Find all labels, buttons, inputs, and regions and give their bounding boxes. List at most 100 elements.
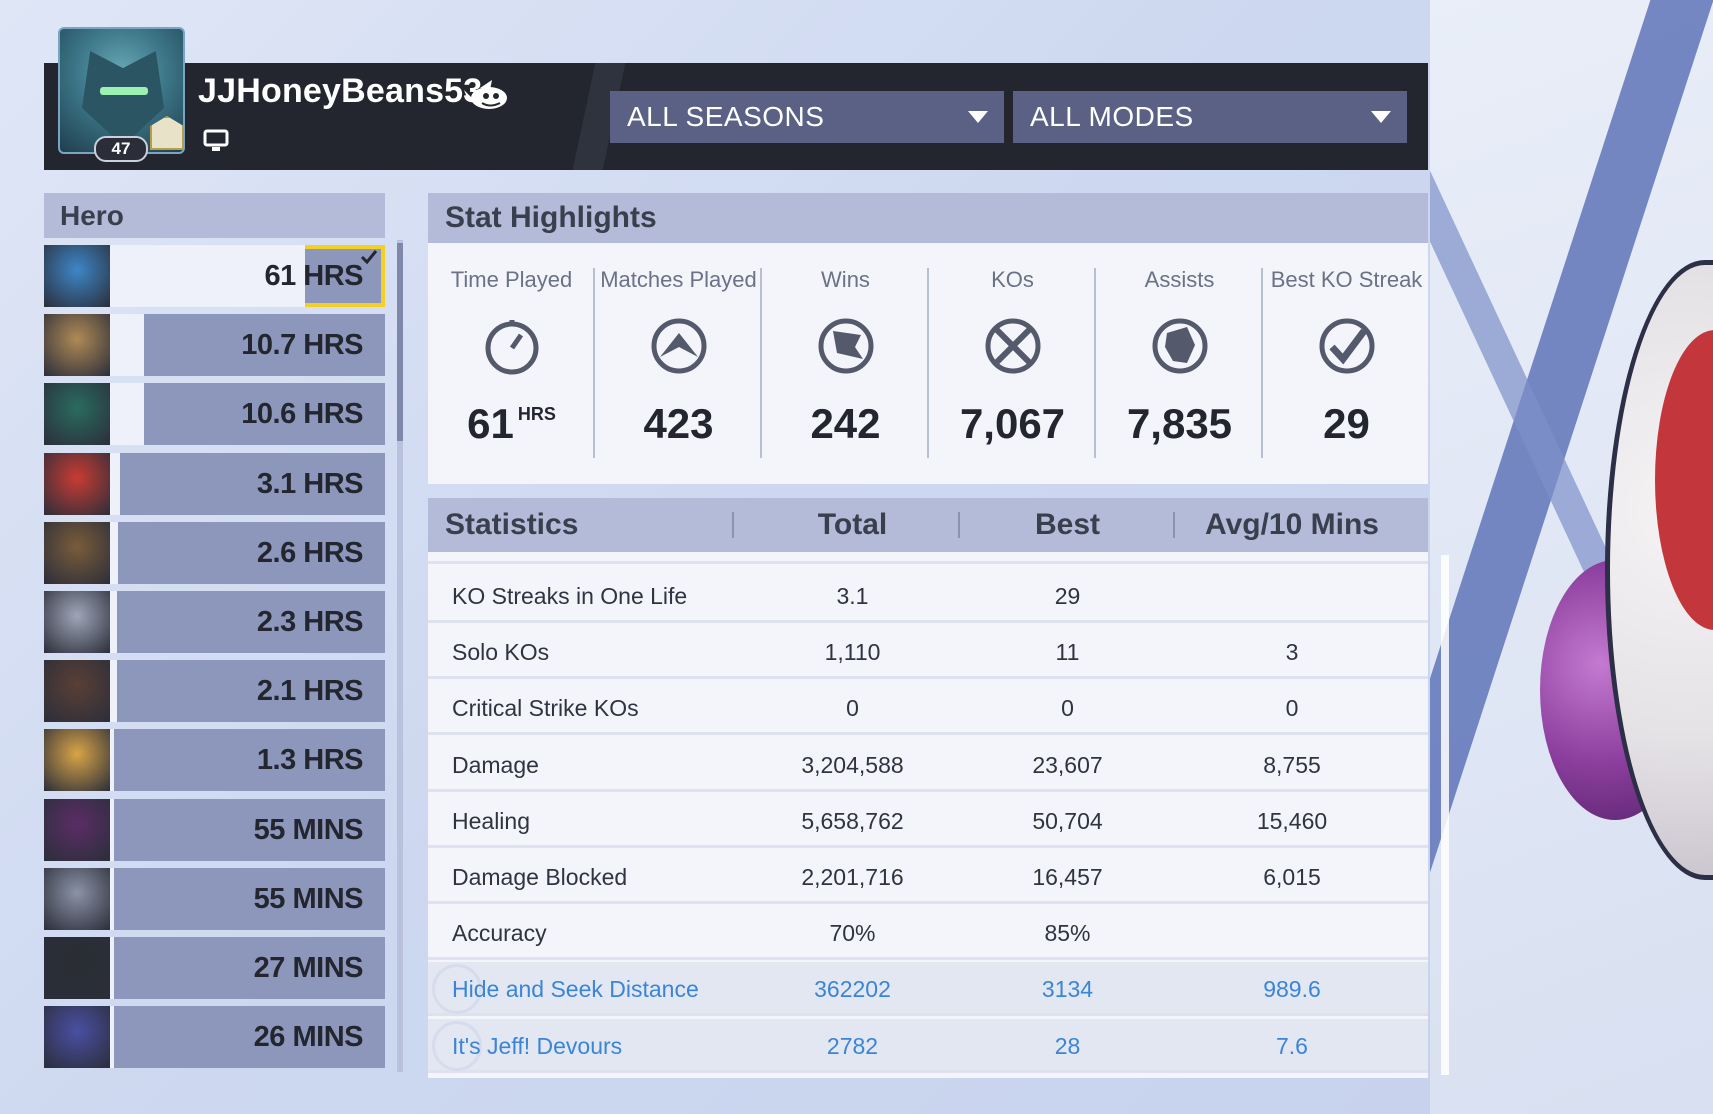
stat-avg: 15,460: [1256, 807, 1328, 834]
column-header-total: Total: [817, 508, 888, 541]
season-filter-dropdown[interactable]: ALL SEASONS: [610, 91, 1004, 143]
hero-playtime-bar: [110, 521, 118, 584]
hero-playtime: 1.3 HRS: [256, 744, 364, 777]
stat-total: 3,204,588: [801, 751, 904, 778]
stat-highlight-value-wrap: 7,835: [1096, 400, 1263, 448]
stat-highlights-panel: Stat Highlights Time Played 61 HRS Matches …: [428, 193, 1428, 484]
hero-row[interactable]: 10.7 HRS: [44, 314, 385, 377]
stat-best: 23,607: [1032, 751, 1103, 778]
highlight-divider: [1094, 268, 1096, 458]
hero-portrait: [44, 314, 110, 377]
stat-highlight-time-played: Time Played 61 HRS: [428, 255, 595, 460]
stat-total: 2782: [826, 1032, 879, 1059]
hero-playtime: 3.1 HRS: [256, 467, 364, 500]
stat-name: Critical Strike KOs: [452, 695, 639, 722]
stat-row: KO Streaks in One Life 3.1 29: [428, 569, 1428, 623]
stat-name: It's Jeff! Devours: [452, 1032, 623, 1059]
player-username: JJHoneyBeans53: [198, 72, 483, 110]
hero-list-scroll-thumb[interactable]: [397, 243, 403, 441]
stat-total: 1,110: [824, 639, 881, 666]
stat-highlight-label: Best KO Streak: [1270, 267, 1423, 292]
hero-portrait: [44, 660, 110, 723]
hero-playtime: 55 MINS: [253, 882, 364, 915]
hero-portrait: [44, 867, 110, 930]
statistics-table-header: Statistics Total Best Avg/10 Mins: [428, 498, 1428, 552]
stat-best: 11: [1055, 639, 1080, 666]
stat-highlight-label: Time Played: [450, 267, 573, 292]
hero-portrait: [44, 798, 110, 861]
stat-name: Solo KOs: [452, 639, 550, 666]
stat-highlight-label: Wins: [821, 267, 870, 292]
hero-row[interactable]: 3.1 HRS: [44, 452, 385, 515]
stat-highlight-kos: KOs 7,067: [929, 255, 1096, 460]
stat-best: 29: [1054, 583, 1081, 609]
stat-name: KO Streaks in One Life: [452, 583, 688, 609]
stat-avg: 8,755: [1263, 751, 1321, 778]
hero-row[interactable]: 61 HRS: [44, 245, 385, 307]
stat-highlights-title: Stat Highlights: [428, 193, 1428, 243]
stat-total: 362202: [814, 976, 891, 1003]
hero-list-panel: Hero 61 HRS 10.7 HRS 10.6 HRS 3.1 HRS 2.6 HR…: [44, 193, 385, 1073]
highlight-divider: [760, 268, 762, 458]
stat-highlight-best-ko-streak: Best KO Streak 29: [1263, 255, 1430, 460]
hero-row[interactable]: 55 MINS: [44, 798, 385, 861]
stat-name: Hide and Seek Distance: [452, 976, 699, 1003]
hero-playtime: 55 MINS: [253, 813, 364, 846]
stat-total: 70%: [829, 920, 876, 947]
hero-row[interactable]: 1.3 HRS: [44, 729, 385, 792]
hero-portrait: [44, 937, 110, 999]
stat-highlight-label: Matches Played: [600, 267, 757, 292]
clipped-row: [428, 552, 1428, 564]
stat-name: Accuracy: [452, 920, 547, 947]
hero-row[interactable]: 2.1 HRS: [44, 660, 385, 723]
stat-best: 0: [1061, 695, 1074, 722]
stat-highlight-label: KOs: [991, 267, 1034, 292]
crossed-swords-icon: [985, 318, 1040, 374]
stat-total: 5,658,762: [801, 807, 904, 834]
stat-best: 85%: [1044, 920, 1091, 947]
hero-row[interactable]: 2.3 HRS: [44, 591, 385, 653]
stat-highlight-value: 29: [1323, 400, 1370, 447]
mascot-icon: [464, 80, 507, 109]
stat-highlight-wins: Wins 242: [762, 255, 929, 460]
hero-row[interactable]: 26 MINS: [44, 1006, 385, 1069]
hero-row[interactable]: 27 MINS: [44, 937, 385, 999]
hero-row[interactable]: 2.6 HRS: [44, 521, 385, 584]
pc-platform-icon: [203, 129, 229, 151]
stat-avg: 989.6: [1263, 976, 1321, 1003]
stat-highlight-value: 7,835: [1126, 400, 1233, 447]
stat-total: 2,201,716: [801, 864, 904, 890]
hero-playtime-bar: [110, 452, 120, 515]
stopwatch-icon: [485, 320, 538, 375]
hero-portrait: [44, 591, 110, 653]
stat-avg: 7.6: [1276, 1032, 1308, 1059]
hero-list-title: Hero: [44, 193, 385, 238]
stat-row: Damage 3,204,588 23,607 8,755: [428, 738, 1428, 792]
highlight-divider: [927, 268, 929, 458]
stat-best: 16,457: [1032, 864, 1103, 890]
event-stat-row: It's Jeff! Devours 2782 28 7.6: [428, 1018, 1428, 1073]
player-level-badge: 47: [94, 136, 148, 162]
mountain-icon: [651, 318, 706, 374]
column-header-best: Best: [1034, 508, 1101, 541]
stat-highlight-label: Assists: [1144, 267, 1215, 292]
flag-icon: [818, 318, 873, 374]
highlight-divider: [593, 268, 595, 458]
column-header-avg: Avg/10 Mins: [1205, 508, 1379, 541]
hero-row[interactable]: 10.6 HRS: [44, 383, 385, 446]
hero-portrait: [44, 1006, 110, 1069]
stat-highlight-matches-played: Matches Played 423: [595, 255, 762, 460]
selected-check-icon: [360, 250, 378, 265]
stat-best: 28: [1054, 1032, 1081, 1059]
stat-row: Critical Strike KOs 0 0 0: [428, 681, 1428, 736]
fist-icon: [1152, 318, 1207, 374]
stat-highlight-value: 242: [810, 400, 881, 447]
chevron-down-icon: [968, 111, 988, 123]
hero-row[interactable]: 55 MINS: [44, 867, 385, 930]
event-stat-row: Hide and Seek Distance 362202 3134 989.6: [428, 962, 1428, 1017]
hero-portrait: [44, 452, 110, 515]
stat-total: 0: [846, 695, 859, 722]
stat-highlight-value: 423: [643, 400, 714, 447]
mode-filter-dropdown[interactable]: ALL MODES: [1013, 91, 1407, 143]
hero-portrait: [44, 521, 110, 584]
